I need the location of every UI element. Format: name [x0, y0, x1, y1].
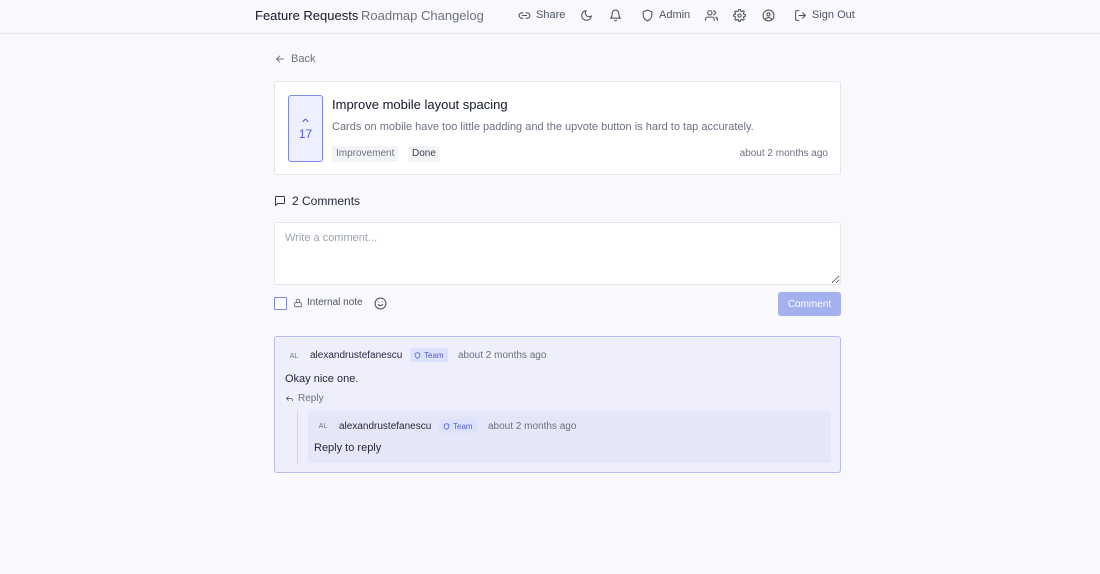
admin-button[interactable]: Admin — [641, 7, 690, 23]
tag-category: Improvement — [332, 146, 399, 162]
share-label: Share — [536, 9, 566, 21]
emoji-picker-icon[interactable] — [374, 297, 387, 310]
nav-feature-requests[interactable]: Feature Requests — [255, 8, 358, 23]
shield-icon — [414, 351, 421, 359]
comment-thread: AL alexandrustefanescu Team about 2 mont… — [274, 336, 841, 473]
team-badge-label: Team — [453, 421, 473, 431]
arrow-left-icon — [275, 54, 285, 64]
reply-rail — [297, 411, 298, 465]
link-icon — [518, 9, 531, 22]
reply-button[interactable]: Reply — [285, 393, 324, 404]
comment-submit-button[interactable]: Comment — [778, 292, 841, 316]
reply-comment: AL alexandrustefanescu Team about 2 mont… — [308, 411, 831, 463]
lock-icon — [293, 298, 303, 308]
avatar: AL — [289, 352, 299, 360]
internal-note-checkbox[interactable] — [274, 297, 287, 310]
upvote-button[interactable]: 17 — [288, 95, 323, 162]
team-badge-label: Team — [424, 350, 444, 360]
sign-out-label: Sign Out — [812, 9, 855, 21]
moon-icon — [580, 9, 593, 22]
post-title: Improve mobile layout spacing — [332, 97, 508, 112]
reply-body: Reply to reply — [314, 442, 382, 454]
reply-timestamp: about 2 months ago — [488, 421, 577, 432]
reply-author: alexandrustefanescu — [339, 421, 432, 432]
comment-input[interactable] — [274, 222, 841, 285]
shield-icon — [443, 422, 450, 430]
theme-toggle-button[interactable] — [580, 7, 593, 23]
comment-body: Okay nice one. — [285, 373, 359, 385]
sign-out-button[interactable]: Sign Out — [794, 7, 855, 23]
post-description: Cards on mobile have too little padding … — [332, 121, 754, 133]
gear-icon — [733, 8, 746, 22]
profile-button[interactable] — [762, 7, 775, 23]
post-timestamp: about 2 months ago — [739, 148, 828, 159]
nav-changelog[interactable]: Changelog — [421, 8, 484, 23]
users-button[interactable] — [705, 7, 718, 23]
feature-request-card: 17 Improve mobile layout spacing Cards o… — [274, 81, 841, 175]
shield-icon — [641, 9, 654, 22]
avatar: AL — [318, 422, 328, 430]
log-out-icon — [794, 9, 807, 22]
comments-header: 2 Comments — [274, 194, 360, 208]
users-icon — [705, 9, 718, 22]
nav-roadmap[interactable]: Roadmap — [361, 8, 417, 23]
comment-timestamp: about 2 months ago — [458, 350, 547, 361]
team-badge: Team — [410, 348, 448, 362]
vote-count: 17 — [298, 127, 313, 141]
user-circle-icon — [762, 9, 775, 22]
internal-note-text: Internal note — [307, 297, 363, 308]
team-badge: Team — [439, 419, 477, 433]
settings-button[interactable] — [733, 7, 746, 23]
share-button[interactable]: Share — [518, 7, 565, 23]
reply-icon — [285, 394, 294, 403]
back-link[interactable]: Back — [275, 53, 315, 65]
notifications-button[interactable] — [609, 7, 622, 23]
comments-count: 2 Comments — [292, 194, 361, 208]
back-label: Back — [291, 53, 316, 65]
reply-label: Reply — [298, 393, 324, 404]
message-square-icon — [274, 195, 286, 207]
top-navigation: Feature Requests Roadmap Changelog Share… — [0, 0, 1100, 34]
bell-icon — [609, 9, 622, 22]
tag-status: Done — [408, 146, 440, 162]
admin-label: Admin — [659, 9, 691, 21]
internal-note-label: Internal note — [293, 297, 363, 308]
chevron-up-icon — [301, 116, 310, 125]
comment-author: alexandrustefanescu — [310, 350, 403, 361]
